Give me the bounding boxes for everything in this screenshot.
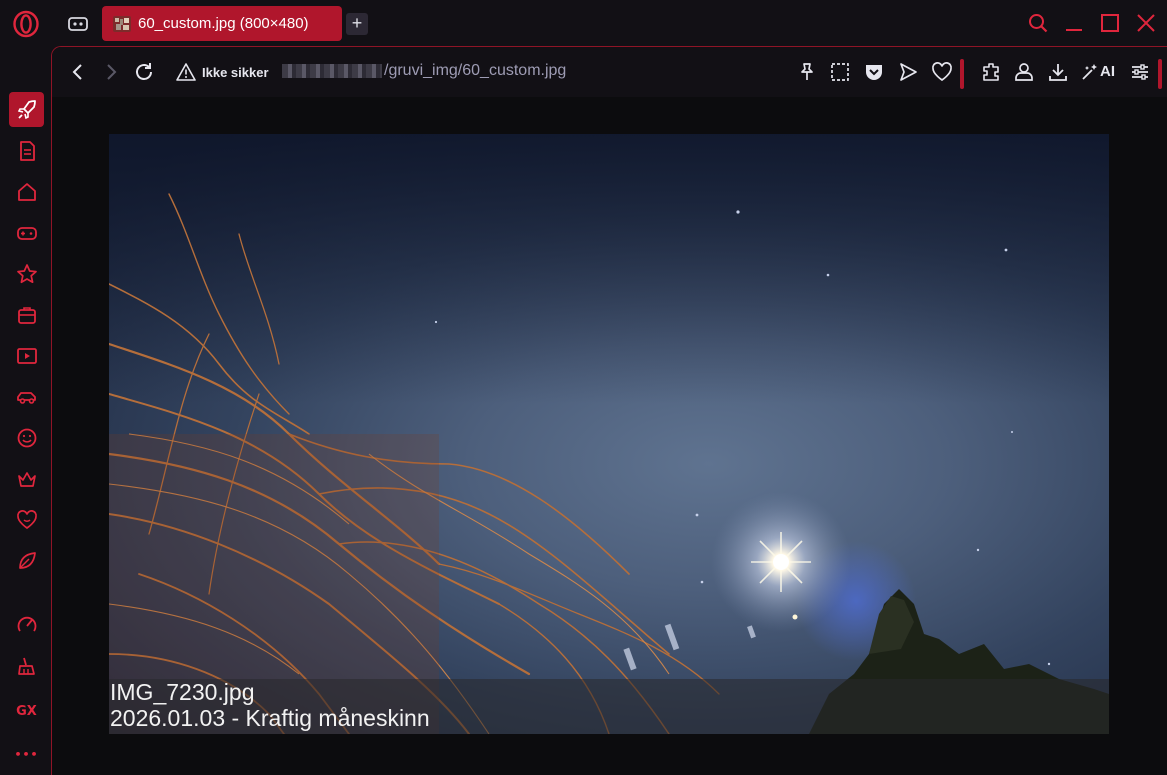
url-field[interactable]: /gruvi_img/60_custom.jpg (282, 62, 566, 80)
sidebar-item-premium[interactable] (9, 461, 44, 496)
forward-icon[interactable] (100, 61, 122, 83)
browser-panel: Ikke sikker /gruvi_img/60_custom.jpg AI … (51, 46, 1167, 775)
warning-icon (176, 63, 196, 81)
ai-sparkle-icon[interactable] (1079, 61, 1101, 83)
account-icon[interactable] (1013, 61, 1035, 83)
car-icon (16, 391, 36, 404)
new-tab-button[interactable]: + (346, 13, 368, 35)
leaf-icon (18, 551, 36, 569)
pin-icon[interactable] (796, 61, 818, 83)
home-icon (17, 182, 36, 201)
opera-gx-logo-icon[interactable] (12, 10, 40, 38)
snapshot-icon[interactable] (829, 61, 851, 83)
crown-icon (17, 471, 36, 487)
sidebar-item-player[interactable] (9, 338, 44, 373)
maximize-icon[interactable] (1099, 12, 1121, 34)
send-icon[interactable] (897, 61, 919, 83)
sidebar: GX ••• (0, 47, 52, 775)
smiley-icon (17, 428, 36, 447)
address-bar: Ikke sikker /gruvi_img/60_custom.jpg AI (52, 47, 1167, 97)
speedometer-icon (17, 616, 36, 632)
reload-icon[interactable] (133, 61, 155, 83)
sidebar-item-favorites[interactable] (9, 256, 44, 291)
gamepad-icon (16, 226, 37, 240)
pocket-shield-icon[interactable] (863, 61, 885, 83)
close-icon[interactable] (1135, 12, 1157, 34)
back-icon[interactable] (67, 61, 89, 83)
play-video-icon (16, 347, 37, 364)
image-caption: IMG_7230.jpg 2026.01.03 - Kraftig månesk… (109, 679, 1109, 734)
sidebar-item-speed-dial[interactable] (9, 92, 44, 127)
toolbar-divider (960, 59, 964, 89)
sidebar-item-limiter[interactable] (9, 607, 44, 642)
url-path: /gruvi_img/60_custom.jpg (384, 62, 567, 79)
caption-filename: IMG_7230.jpg (110, 679, 255, 705)
sidebar-item-cleaner[interactable] (9, 648, 44, 683)
star-icon (16, 263, 37, 283)
caption-description: 2026.01.03 - Kraftig måneskinn (110, 705, 430, 731)
sidebar-item-notes[interactable] (9, 133, 44, 168)
minimize-icon[interactable] (1063, 12, 1085, 34)
image-favicon-icon (113, 15, 131, 32)
sidebar-item-community[interactable] (9, 502, 44, 537)
sidebar-item-gx-corner[interactable]: GX (9, 694, 44, 729)
document-icon (19, 140, 35, 161)
toolbar-divider-right (1158, 59, 1162, 89)
sidebar-item-eco[interactable] (9, 543, 44, 578)
gx-corner-label: GX (16, 704, 37, 719)
tab-title: 60_custom.jpg (800×480) (138, 15, 309, 32)
title-bar: 60_custom.jpg (800×480) + (0, 0, 1167, 47)
heart-face-icon (16, 509, 37, 529)
gx-control-icon[interactable] (66, 13, 90, 35)
broom-icon (17, 657, 35, 675)
ai-label[interactable]: AI (1100, 63, 1115, 80)
download-icon[interactable] (1047, 61, 1069, 83)
security-indicator[interactable]: Ikke sikker (176, 62, 269, 82)
displayed-image[interactable]: IMG_7230.jpg 2026.01.03 - Kraftig månesk… (109, 134, 1109, 734)
sidebar-more-button[interactable]: ••• (9, 737, 44, 772)
active-tab[interactable]: 60_custom.jpg (800×480) (102, 6, 342, 41)
sidebar-item-emoji[interactable] (9, 420, 44, 455)
more-dots-icon: ••• (14, 748, 39, 761)
url-host-redacted (282, 64, 382, 78)
night-sky-photo (109, 134, 1109, 734)
security-label: Ikke sikker (202, 64, 269, 80)
easy-setup-icon[interactable] (1129, 61, 1151, 83)
search-icon[interactable] (1027, 12, 1049, 34)
sidebar-item-car-mods[interactable] (9, 379, 44, 414)
sidebar-item-workspaces[interactable] (9, 297, 44, 332)
extensions-icon[interactable] (980, 61, 1002, 83)
heart-icon[interactable] (931, 61, 953, 83)
sidebar-item-home[interactable] (9, 174, 44, 209)
sidebar-item-games[interactable] (9, 215, 44, 250)
rocket-icon (17, 99, 36, 119)
briefcase-icon (17, 306, 36, 324)
